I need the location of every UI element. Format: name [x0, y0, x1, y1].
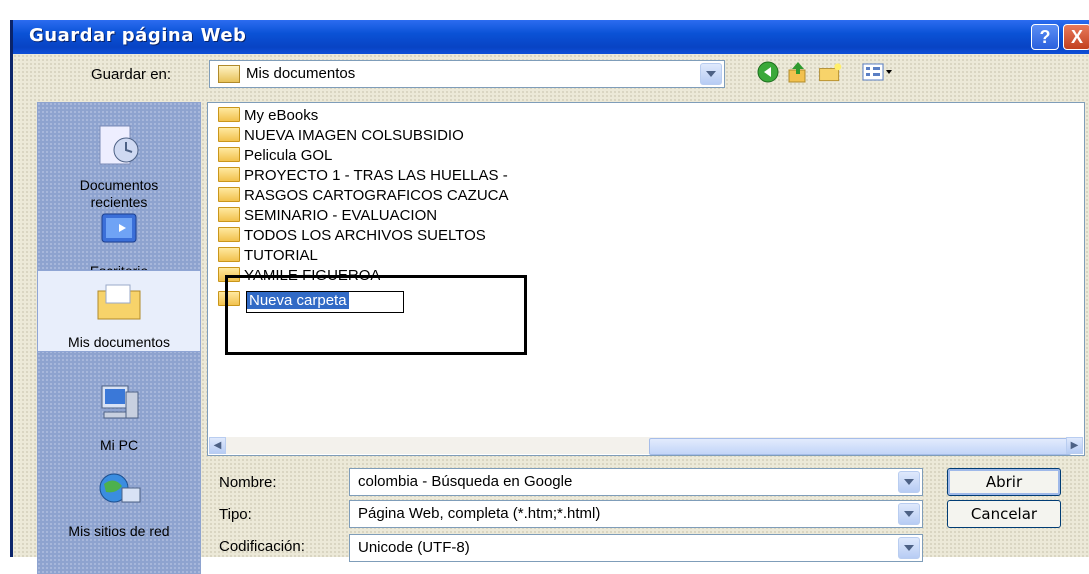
- folder-icon: [218, 247, 240, 262]
- place-label: Mi PC: [99, 437, 139, 453]
- list-item[interactable]: NUEVA IMAGEN COLSUBSIDIO: [218, 127, 464, 147]
- place-recent-documents[interactable]: Documentos recientes: [37, 120, 201, 211]
- my-computer-icon: [101, 385, 139, 419]
- encoding-select-value: Unicode (UTF-8): [358, 539, 470, 556]
- places-bar: Documentos recientes Escritorio Mis docu…: [37, 102, 201, 574]
- name-input[interactable]: colombia - Búsqueda en Google: [349, 468, 923, 496]
- chevron-down-icon[interactable]: [898, 537, 920, 559]
- type-select-value: Página Web, completa (*.htm;*.html): [358, 505, 601, 522]
- open-button[interactable]: Abrir: [947, 468, 1061, 496]
- folder-icon: [218, 207, 240, 222]
- network-places-icon: [99, 473, 141, 503]
- dialog-body: Guardar en: Mis documentos Documentos re…: [13, 54, 1089, 574]
- folder-icon: [218, 167, 240, 182]
- folder-icon: [218, 107, 240, 122]
- list-item[interactable]: My eBooks: [218, 107, 318, 127]
- help-button[interactable]: ?: [1031, 24, 1059, 50]
- chevron-down-icon[interactable]: [898, 503, 920, 525]
- folder-icon: [218, 187, 240, 202]
- encoding-select[interactable]: Unicode (UTF-8): [349, 534, 923, 562]
- scroll-right-icon[interactable]: ▶: [1066, 437, 1083, 454]
- type-label: Tipo:: [219, 506, 252, 523]
- name-input-value: colombia - Búsqueda en Google: [358, 473, 573, 490]
- place-my-computer[interactable]: Mi PC: [37, 380, 201, 453]
- name-label: Nombre:: [219, 474, 277, 491]
- place-desktop[interactable]: Escritorio: [37, 206, 201, 279]
- back-icon[interactable]: [755, 60, 781, 84]
- save-in-value: Mis documentos: [246, 65, 356, 82]
- chevron-down-icon[interactable]: [898, 471, 920, 493]
- my-documents-icon: [218, 65, 240, 83]
- save-in-select[interactable]: Mis documentos: [209, 60, 725, 88]
- list-item[interactable]: SEMINARIO - EVALUACION: [218, 207, 437, 227]
- folder-icon: [218, 147, 240, 162]
- up-folder-icon[interactable]: [785, 60, 811, 84]
- chevron-down-icon[interactable]: [700, 63, 722, 85]
- save-dialog: Guardar página Web ? X Guardar en: Mis d…: [10, 20, 1089, 574]
- list-item[interactable]: TUTORIAL: [218, 247, 318, 267]
- place-label: Mis documentos: [68, 334, 170, 350]
- window-title: Guardar página Web: [29, 25, 247, 46]
- scroll-thumb[interactable]: [649, 438, 1071, 455]
- encoding-label: Codificación:: [219, 538, 305, 555]
- save-in-label: Guardar en:: [91, 66, 172, 83]
- list-item[interactable]: Pelicula GOL: [218, 147, 332, 167]
- list-item[interactable]: RASGOS CARTOGRAFICOS CAZUCA: [218, 187, 509, 207]
- place-my-documents[interactable]: Mis documentos: [37, 270, 201, 352]
- type-select[interactable]: Página Web, completa (*.htm;*.html): [349, 500, 923, 528]
- highlight-box: [225, 275, 527, 355]
- place-network-places[interactable]: Mis sitios de red: [37, 466, 201, 539]
- horizontal-scrollbar[interactable]: ◀ ▶: [209, 437, 1083, 455]
- list-item[interactable]: PROYECTO 1 - TRAS LAS HUELLAS -: [218, 167, 508, 187]
- close-button[interactable]: X: [1063, 24, 1089, 50]
- place-label: Mis sitios de red: [68, 523, 170, 539]
- title-bar[interactable]: Guardar página Web ? X: [13, 20, 1089, 54]
- file-list[interactable]: My eBooks NUEVA IMAGEN COLSUBSIDIO Pelic…: [207, 102, 1085, 456]
- list-item[interactable]: TODOS LOS ARCHIVOS SUELTOS: [218, 227, 486, 247]
- my-documents-icon: [97, 284, 141, 320]
- folder-icon: [218, 227, 240, 242]
- recent-docs-icon: [99, 125, 139, 165]
- new-folder-icon[interactable]: [817, 60, 843, 84]
- scroll-left-icon[interactable]: ◀: [209, 437, 226, 454]
- desktop-icon: [101, 213, 137, 243]
- cancel-button[interactable]: Cancelar: [947, 500, 1061, 528]
- folder-icon: [218, 127, 240, 142]
- view-menu-icon[interactable]: [861, 60, 895, 84]
